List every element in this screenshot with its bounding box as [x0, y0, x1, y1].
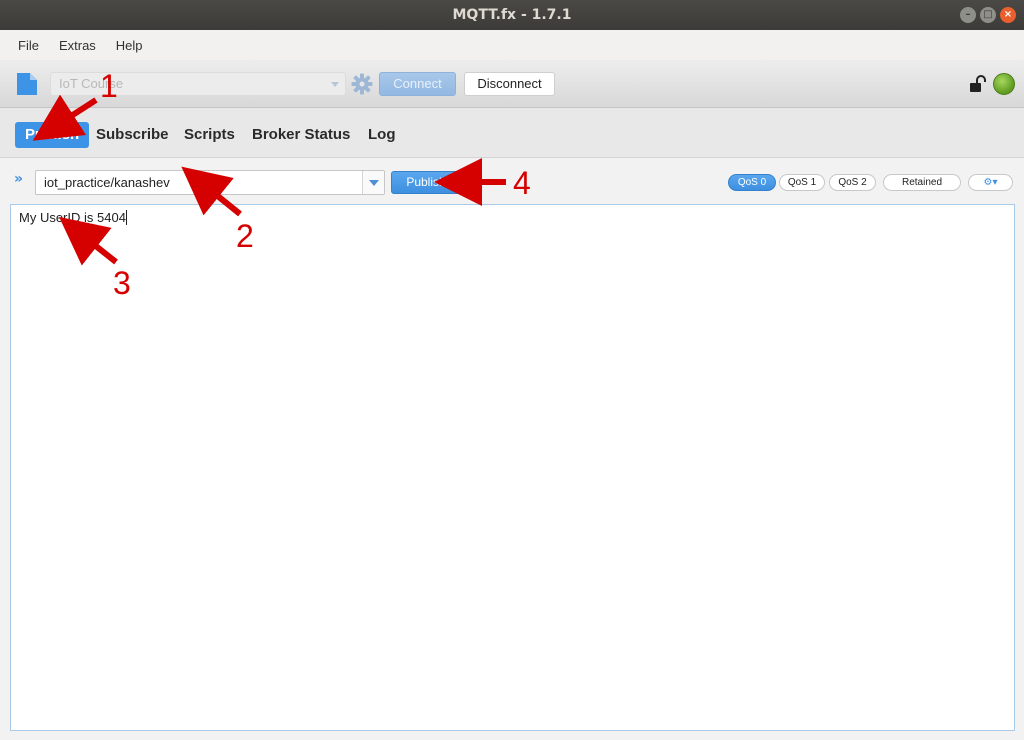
topic-input[interactable]: iot_practice/kanashev: [35, 170, 385, 195]
annotation-number-1: 1: [100, 68, 118, 104]
minimize-icon[interactable]: –: [960, 7, 976, 23]
window-title: MQTT.fx - 1.7.1: [452, 7, 572, 23]
gears-icon: ⚙▾: [983, 177, 998, 188]
connection-status-indicator: [993, 73, 1015, 95]
tab-publish[interactable]: Publish: [15, 122, 90, 148]
retained-toggle[interactable]: Retained: [883, 174, 961, 191]
menu-file[interactable]: File: [8, 38, 49, 53]
window-titlebar: MQTT.fx - 1.7.1 – □ ×: [0, 0, 1024, 30]
disconnect-button[interactable]: Disconnect: [464, 72, 555, 96]
maximize-icon[interactable]: □: [980, 7, 996, 23]
message-options-button[interactable]: ⚙▾: [968, 174, 1013, 191]
edit-profile-icon[interactable]: [16, 72, 38, 96]
topic-history-dropdown[interactable]: [362, 171, 384, 194]
publish-button[interactable]: Publish: [391, 171, 461, 194]
annotation-number-4: 4: [513, 165, 531, 201]
tab-subscribe[interactable]: Subscribe: [96, 122, 169, 148]
tab-log[interactable]: Log: [368, 122, 396, 148]
message-payload-editor[interactable]: My UserID is 5404: [10, 204, 1015, 731]
menu-extras[interactable]: Extras: [49, 38, 106, 53]
tab-broker-status[interactable]: Broker Status: [252, 122, 350, 148]
main-tabs: Publish Subscribe Scripts Broker Status …: [0, 109, 1024, 157]
text-cursor: [125, 210, 127, 225]
qos-1-toggle[interactable]: QoS 1: [779, 174, 825, 191]
annotation-number-2: 2: [236, 218, 254, 254]
qos-2-toggle[interactable]: QoS 2: [829, 174, 876, 191]
chevron-down-icon: [369, 180, 379, 186]
profile-select[interactable]: IoT Course: [50, 72, 346, 96]
qos-0-toggle[interactable]: QoS 0: [728, 174, 776, 191]
connect-button[interactable]: Connect: [379, 72, 456, 96]
menu-bar: File Extras Help: [0, 30, 1024, 60]
expand-icon[interactable]: »: [14, 171, 23, 187]
connection-toolbar: IoT Course Connect Disconnect: [0, 60, 1024, 108]
menu-help[interactable]: Help: [106, 38, 153, 53]
unlock-icon: [970, 75, 986, 92]
chevron-down-icon: [331, 82, 339, 87]
tab-scripts[interactable]: Scripts: [184, 122, 235, 148]
message-payload-text: My UserID is 5404: [19, 210, 126, 225]
gear-icon[interactable]: [351, 73, 373, 95]
close-icon[interactable]: ×: [1000, 7, 1016, 23]
annotation-number-3: 3: [113, 265, 131, 301]
